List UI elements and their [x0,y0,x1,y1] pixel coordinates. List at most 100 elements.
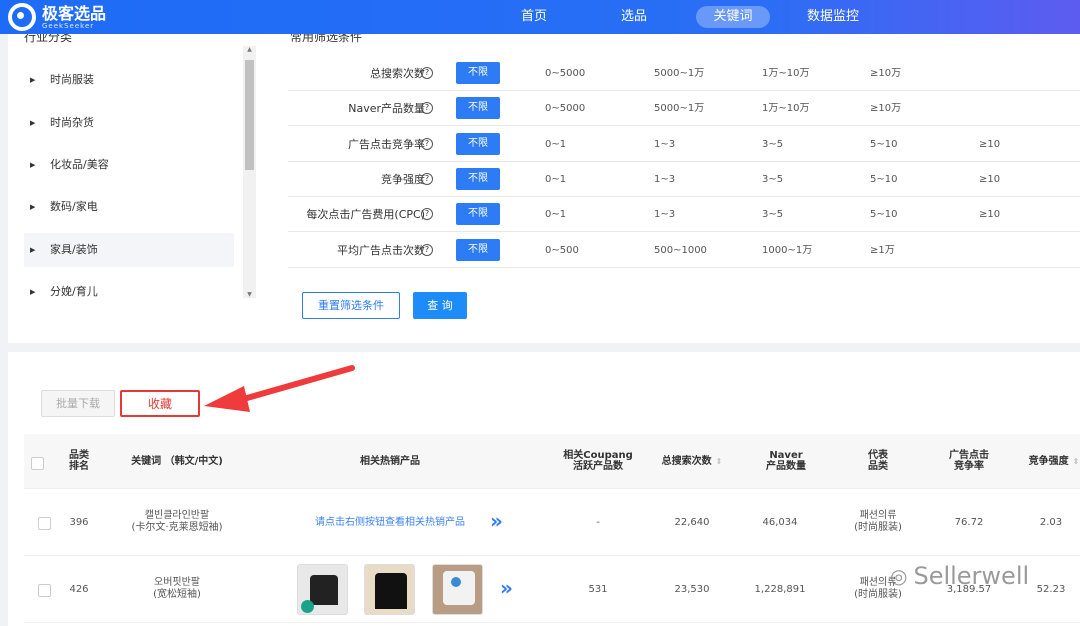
unlimited-button[interactable]: 不限 [456,238,500,261]
unlimited-button[interactable]: 不限 [456,97,500,120]
row-checkbox[interactable] [38,584,51,597]
query-button[interactable]: 查 询 [413,292,467,319]
category-item-selected[interactable]: ▶ 家具/装饰 [24,233,234,267]
filter-option[interactable]: 500~1000 [654,233,707,268]
filter-option[interactable]: 3~5 [762,197,783,232]
filter-row: 广告点击竞争率? 不限 0~1 1~3 3~5 5~10 ≥10 [288,127,1080,162]
filter-option[interactable]: 0~1 [545,197,566,232]
category-item[interactable]: ▶ 分娩/育儿 [24,275,234,309]
filter-option[interactable]: 5~10 [870,162,897,197]
help-icon[interactable]: ? [421,102,433,115]
products-hint-link[interactable]: 请点击右侧按钮查看相关热销产品 [315,517,465,529]
double-chevron-right-icon[interactable]: » [500,576,513,600]
filter-option[interactable]: ≥10 [979,127,1000,162]
filter-row: 竞争强度? 不限 0~1 1~3 3~5 5~10 ≥10 [288,162,1080,197]
filter-option[interactable]: 1~3 [654,162,675,197]
category-label: 时尚杂货 [50,116,94,129]
help-icon[interactable]: ? [421,243,433,256]
filter-option[interactable]: 5000~1万 [654,56,704,91]
filter-option[interactable]: 0~500 [545,233,579,268]
filter-option[interactable]: ≥10万 [870,91,901,126]
competition: 52.23 [1036,584,1066,595]
filter-label: 广告点击竞争率 [348,137,425,151]
nav-data-monitor[interactable]: 数据监控 [800,0,866,34]
logo[interactable]: 极客选品 GeekSeeker [8,3,106,31]
filter-option[interactable]: 5~10 [870,197,897,232]
filter-option[interactable]: 3~5 [762,162,783,197]
filter-option[interactable]: ≥10万 [870,56,901,91]
filter-option[interactable]: 3~5 [762,127,783,162]
coupang-count: - [596,517,600,528]
filter-option[interactable]: ≥10 [979,197,1000,232]
product-thumbnail[interactable] [432,564,483,615]
nav-home[interactable]: 首页 [518,0,550,34]
caret-right-icon: ▶ [30,161,36,169]
category-label: 家具/装饰 [50,243,98,256]
category-scrollbar[interactable]: ▲ ▼ [243,46,256,298]
naver-count: 1,228,891 [754,584,806,595]
nav-selection[interactable]: 选品 [618,0,650,34]
product-thumbnail[interactable] [297,564,348,615]
total-search: 23,530 [674,584,710,595]
filter-option[interactable]: 0~5000 [545,56,585,91]
batch-download-button[interactable]: 批量下载 [41,390,115,417]
unlimited-button[interactable]: 不限 [456,167,500,190]
competition: 2.03 [1039,517,1063,528]
filter-option[interactable]: 5000~1万 [654,91,704,126]
filter-row: 总搜索次数? 不限 0~5000 5000~1万 1万~10万 ≥10万 [288,56,1080,91]
help-icon[interactable]: ? [421,208,433,221]
category-item[interactable]: ▶ 化妆品/美容 [24,148,234,182]
category-label: 数码/家电 [50,200,98,213]
header-rank[interactable]: 品类 排名 [69,450,89,472]
filter-option[interactable]: 1万~10万 [762,91,809,126]
header-naver[interactable]: Naver 产品数量 [766,450,806,472]
filter-option[interactable]: 0~5000 [545,91,585,126]
filter-label: Naver产品数量 [348,102,425,116]
header-keyword: 关键词 （韩文/中文) [131,456,223,467]
header-competition[interactable]: 竞争强度 ⇕ [1029,456,1080,467]
filter-option[interactable]: 0~1 [545,127,566,162]
scroll-up-icon[interactable]: ▲ [243,46,256,53]
unlimited-button[interactable]: 不限 [456,62,500,84]
nav-keywords[interactable]: 关键词 [696,6,770,28]
filter-option[interactable]: ≥1万 [870,233,895,268]
help-icon[interactable]: ? [421,137,433,150]
row-checkbox[interactable] [38,517,51,530]
header-total-search[interactable]: 总搜索次数 ⇕ [662,456,723,467]
rank: 426 [69,584,89,595]
filter-option[interactable]: 1万~10万 [762,56,809,91]
sort-icon: ⇕ [1072,457,1080,466]
filter-option[interactable]: 1~3 [654,127,675,162]
help-icon[interactable]: ? [421,172,433,185]
header-ad-rate[interactable]: 广告点击 竞争率 [949,450,989,472]
help-icon[interactable]: ? [421,67,433,79]
filter-option[interactable]: 0~1 [545,162,566,197]
category-label: 时尚服装 [50,73,94,86]
filter-option[interactable]: 1000~1万 [762,233,812,268]
top-header: 极客选品 GeekSeeker 首页 选品 关键词 数据监控 [0,0,1080,34]
caret-right-icon: ▶ [30,288,36,296]
filter-option[interactable]: 5~10 [870,127,897,162]
product-thumbnail[interactable] [364,564,415,615]
unlimited-button[interactable]: 不限 [456,203,500,226]
unlimited-button[interactable]: 不限 [456,132,500,155]
filter-label: 竞争强度 [381,172,425,186]
favorite-button[interactable]: 收藏 [120,390,200,417]
category-item[interactable]: ▶ 时尚服装 [24,63,234,97]
scroll-thumb[interactable] [245,60,254,170]
category-item[interactable]: ▶ 数码/家电 [24,190,234,224]
logo-subtitle: GeekSeeker [42,21,95,30]
reset-filters-button[interactable]: 重置筛选条件 [302,292,400,319]
table-row: 396 캘빈클라인반팔 (卡尔文·克莱恩短袖) 请点击右侧按钮查看相关热销产品 »… [24,489,1080,556]
filter-option[interactable]: ≥10 [979,162,1000,197]
keyword[interactable]: 오버핏반팔 (宽松短袖) [153,577,201,601]
double-chevron-right-icon[interactable]: » [490,509,503,533]
keyword[interactable]: 캘빈클라인반팔 (卡尔文·克莱恩短袖) [132,510,223,534]
header-products: 相关热销产品 [360,456,420,467]
caret-right-icon: ▶ [30,246,36,254]
category-item[interactable]: ▶ 时尚杂货 [24,106,234,140]
header-category: 代表 品类 [868,450,888,472]
scroll-down-icon[interactable]: ▼ [243,291,256,298]
filter-option[interactable]: 1~3 [654,197,675,232]
select-all-checkbox[interactable] [31,457,44,470]
